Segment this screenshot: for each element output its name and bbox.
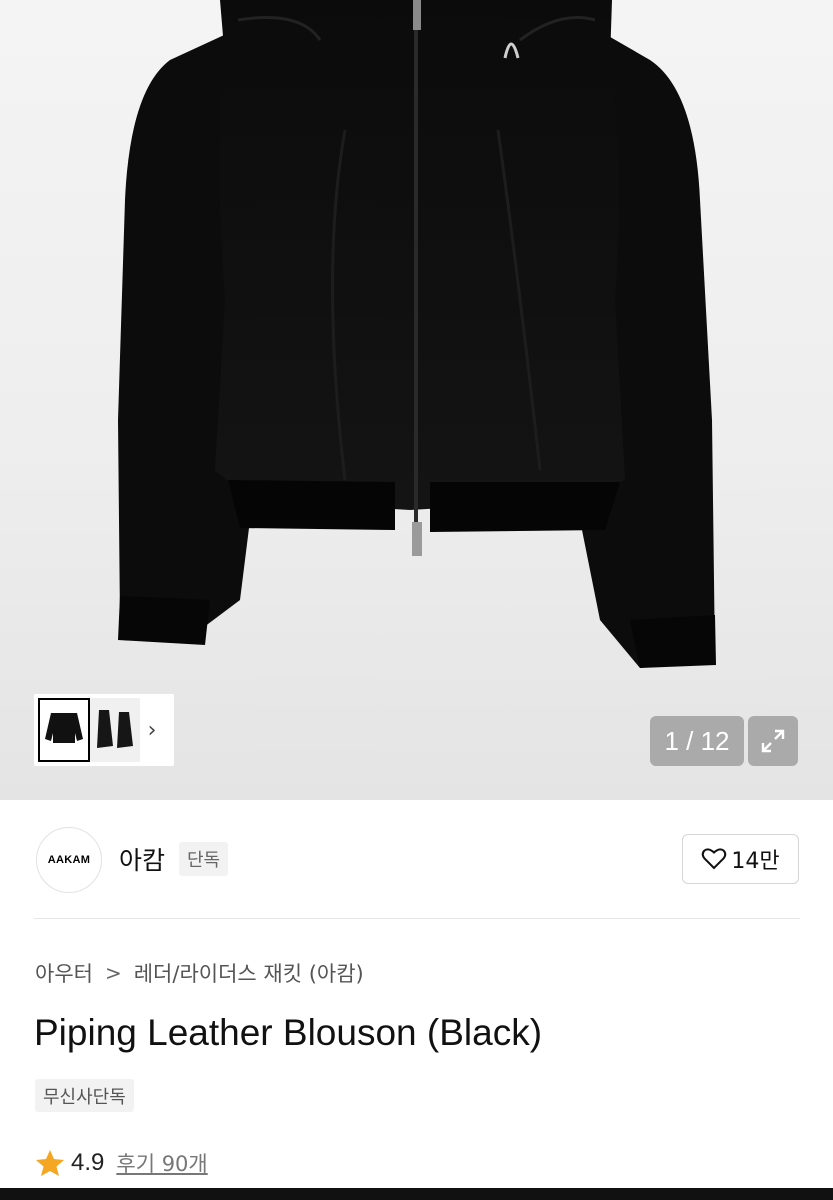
like-count: 14만 [731,849,780,874]
breadcrumb-subcategory[interactable]: 레더/라이더스 재킷 (아캄) [134,958,364,988]
brand-logo[interactable]: AAKAM [36,827,102,893]
brand-exclusive-badge: 단독 [179,842,229,876]
expand-icon[interactable] [748,716,798,766]
jacket-side-thumbnail-icon [97,710,133,748]
chevron-right-icon[interactable]: › [140,710,164,750]
product-title: Piping Leather Blouson (Black) [34,1012,543,1053]
star-icon [36,1150,64,1176]
exclusive-tag: 무신사단독 [35,1079,134,1112]
rating-score: 4.9 [71,1149,105,1176]
breadcrumb-category[interactable]: 아우터 [35,958,93,988]
like-button[interactable]: 14만 [682,834,799,884]
review-count-link[interactable]: 후기 90개 [116,1148,207,1178]
image-counter: 1 / 12 [650,716,744,766]
jacket-thumbnail-icon [45,713,83,743]
thumbnail-front[interactable] [38,698,90,762]
brand-logo-text: AAKAM [47,854,91,866]
bottom-bar [0,1188,833,1200]
heart-icon [702,848,727,870]
chevron-right-icon: > [104,961,122,985]
brand-name[interactable]: 아캄 [119,841,165,877]
thumbnail-strip: › [34,694,174,766]
breadcrumb: 아우터 > 레더/라이더스 재킷 (아캄) [35,958,364,988]
divider [34,918,800,919]
product-image-gallery[interactable]: › 1 / 12 [0,0,833,800]
thumbnail-side[interactable] [90,698,140,762]
product-image [118,0,716,668]
rating-summary: 4.9 후기 90개 [35,1148,208,1178]
